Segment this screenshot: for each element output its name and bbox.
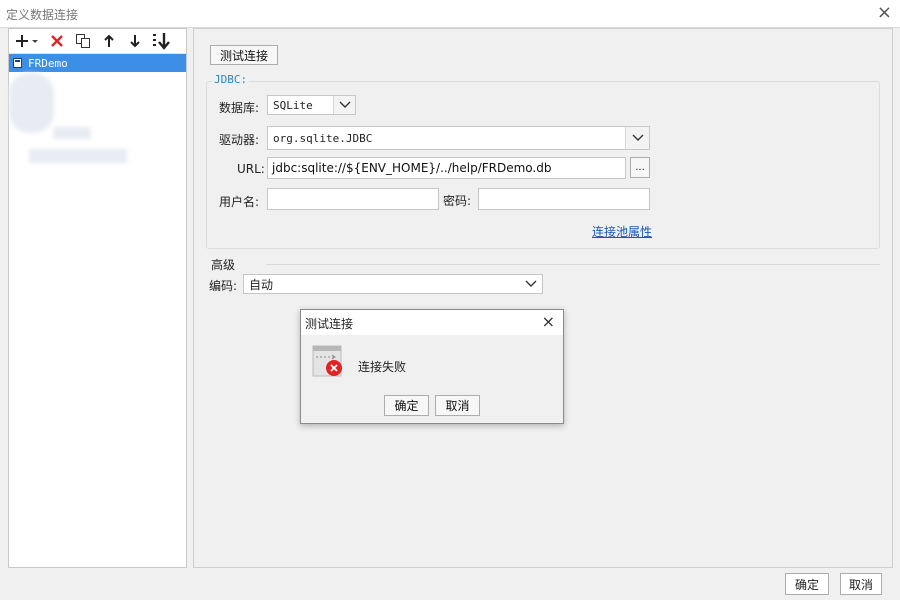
database-select-value: SQLite	[273, 98, 313, 112]
connection-toolbar	[9, 29, 186, 54]
advanced-divider	[266, 264, 880, 265]
tree-item-frdemo[interactable]: FRDemo	[9, 54, 186, 72]
connection-settings-panel: 测试连接 JDBC: 数据库: SQLite 驱动器: org.sqlite.J…	[193, 28, 893, 568]
obscured-area	[29, 149, 127, 163]
move-down-icon[interactable]	[125, 31, 145, 51]
modal-close-icon[interactable]: ×	[542, 312, 555, 331]
database-icon	[13, 58, 22, 68]
ok-button[interactable]: 确定	[785, 573, 829, 595]
sort-icon[interactable]	[151, 31, 173, 51]
username-field[interactable]	[267, 188, 439, 210]
password-label: 密码:	[443, 194, 472, 208]
window-title: 定义数据连接	[6, 8, 79, 22]
cancel-button[interactable]: 取消	[840, 573, 882, 595]
connection-pool-link[interactable]: 连接池属性	[592, 223, 652, 240]
database-label: 数据库:	[219, 101, 260, 115]
password-field[interactable]	[478, 188, 650, 210]
username-label: 用户名:	[219, 195, 260, 209]
driver-select-value: org.sqlite.JDBC	[273, 131, 373, 145]
jdbc-group-label: JDBC:	[212, 73, 250, 86]
obscured-area	[53, 127, 91, 139]
encoding-label: 编码:	[209, 279, 238, 293]
database-select[interactable]: SQLite	[267, 95, 356, 115]
connection-error-icon	[312, 345, 346, 379]
test-connection-button[interactable]: 测试连接	[210, 45, 278, 65]
connection-list-panel: FRDemo	[8, 28, 187, 568]
encoding-select-value: 自动	[249, 277, 274, 292]
driver-label: 驱动器:	[219, 133, 260, 147]
modal-titlebar: 测试连接 ×	[301, 310, 563, 335]
chevron-down-icon	[625, 127, 649, 149]
modal-message: 连接失败	[358, 360, 407, 374]
window-titlebar: 定义数据连接 ×	[0, 0, 900, 28]
copy-icon[interactable]	[73, 31, 93, 51]
chevron-down-icon	[520, 275, 542, 293]
advanced-section-label: 高级	[211, 258, 236, 272]
test-connection-modal: 测试连接 × 连接失败 确定 取消	[300, 309, 564, 424]
modal-cancel-button[interactable]: 取消	[435, 395, 480, 416]
url-label: URL:	[237, 162, 265, 176]
move-up-icon[interactable]	[99, 31, 119, 51]
add-icon[interactable]	[13, 31, 41, 51]
delete-icon[interactable]	[47, 31, 67, 51]
modal-title: 测试连接	[305, 317, 354, 331]
driver-select[interactable]: org.sqlite.JDBC	[267, 126, 650, 150]
modal-ok-button[interactable]: 确定	[384, 395, 429, 416]
connection-tree: FRDemo	[9, 54, 186, 72]
encoding-select[interactable]: 自动	[243, 274, 543, 294]
window-close-icon[interactable]: ×	[877, 3, 892, 23]
url-field[interactable]: jdbc:sqlite://${ENV_HOME}/../help/FRDemo…	[267, 157, 626, 179]
url-browse-button[interactable]: ...	[630, 157, 650, 178]
tree-item-label: FRDemo	[28, 56, 68, 70]
obscured-area	[9, 73, 54, 133]
chevron-down-icon	[333, 96, 355, 114]
